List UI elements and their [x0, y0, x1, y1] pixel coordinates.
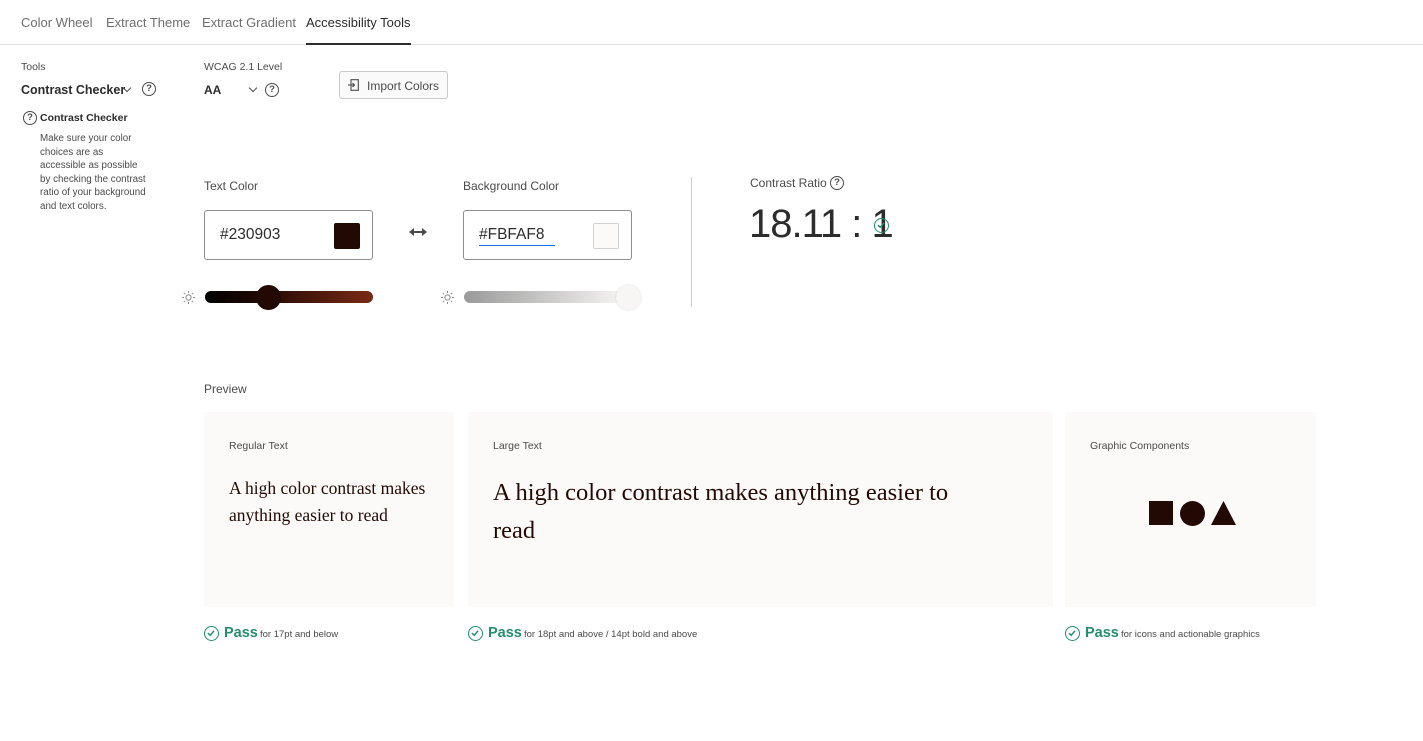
- graphic-pass-status: Pass: [1085, 625, 1119, 641]
- text-color-field[interactable]: #230903: [204, 210, 373, 260]
- wcag-label: WCAG 2.1 Level: [204, 61, 283, 73]
- triangle-icon: [1211, 501, 1236, 525]
- check-circle-icon: [874, 218, 889, 233]
- wcag-dropdown[interactable]: AA: [204, 83, 221, 97]
- tool-dropdown-value: Contrast Checker: [21, 83, 126, 97]
- regular-text-sample: A high color contrast makes anything eas…: [229, 478, 426, 525]
- text-color-label: Text Color: [204, 179, 259, 193]
- background-brightness-slider[interactable]: [464, 284, 642, 310]
- graphic-pass-note: for icons and actionable graphics: [1121, 629, 1260, 640]
- contrast-ratio-label: Contrast Ratio: [750, 176, 827, 190]
- tab-accessibility-tools[interactable]: Accessibility Tools: [306, 15, 411, 45]
- divider: [691, 177, 692, 307]
- circle-icon: [1180, 501, 1205, 526]
- graphic-components-label: Graphic Components: [1090, 440, 1190, 452]
- large-text-sample: A high color contrast makes anything eas…: [493, 479, 949, 544]
- large-pass-status: Pass: [488, 625, 522, 641]
- help-icon: ?: [23, 111, 37, 125]
- help-icon[interactable]: ?: [830, 176, 844, 190]
- regular-text-card: Regular Text A high color contrast makes…: [204, 412, 454, 607]
- swap-arrows-icon[interactable]: [409, 225, 427, 239]
- check-circle-icon: [204, 626, 219, 641]
- background-brightness-thumb[interactable]: [616, 284, 642, 310]
- tool-dropdown[interactable]: Contrast Checker: [21, 83, 125, 97]
- help-icon[interactable]: ?: [265, 83, 279, 97]
- import-icon: [348, 79, 359, 91]
- text-color-hex[interactable]: #230903: [220, 226, 280, 244]
- contrast-ratio-value: 18.11 : 1: [749, 202, 894, 246]
- text-brightness-thumb[interactable]: [256, 284, 282, 310]
- text-color-swatch[interactable]: [334, 223, 360, 249]
- brightness-icon: [441, 291, 454, 304]
- tab-extract-gradient[interactable]: Extract Gradient: [202, 15, 296, 30]
- graphic-components-card: Graphic Components: [1065, 412, 1316, 607]
- chevron-down-icon[interactable]: [248, 83, 258, 93]
- background-color-label: Background Color: [463, 179, 560, 193]
- text-brightness-slider[interactable]: [205, 284, 373, 310]
- help-icon[interactable]: ?: [142, 82, 156, 96]
- brightness-icon: [182, 291, 195, 304]
- background-color-swatch[interactable]: [593, 223, 619, 249]
- description-text: Make sure your color choices are as acce…: [40, 133, 146, 212]
- background-color-hex[interactable]: #FBFAF8: [479, 226, 555, 246]
- import-colors-label: Import Colors: [367, 79, 440, 93]
- wcag-dropdown-value: AA: [204, 83, 222, 97]
- tab-bar: Color Wheel Extract Theme Extract Gradie…: [0, 0, 1423, 45]
- tab-extract-theme[interactable]: Extract Theme: [106, 15, 190, 30]
- large-text-card: Large Text A high color contrast makes a…: [468, 412, 1053, 607]
- import-colors-button[interactable]: Import Colors: [339, 71, 448, 99]
- large-pass-note: for 18pt and above / 14pt bold and above: [524, 629, 698, 640]
- check-circle-icon: [1065, 626, 1080, 641]
- description-title: Contrast Checker: [40, 112, 128, 124]
- tab-color-wheel[interactable]: Color Wheel: [21, 15, 93, 30]
- regular-text-label: Regular Text: [229, 440, 288, 452]
- check-circle-icon: [468, 626, 483, 641]
- background-color-field[interactable]: #FBFAF8: [463, 210, 632, 260]
- regular-pass-note: for 17pt and below: [260, 629, 339, 640]
- large-text-label: Large Text: [493, 440, 542, 452]
- square-icon: [1149, 501, 1173, 525]
- regular-pass-status: Pass: [224, 625, 258, 641]
- tools-label: Tools: [21, 61, 46, 73]
- preview-title: Preview: [204, 382, 247, 396]
